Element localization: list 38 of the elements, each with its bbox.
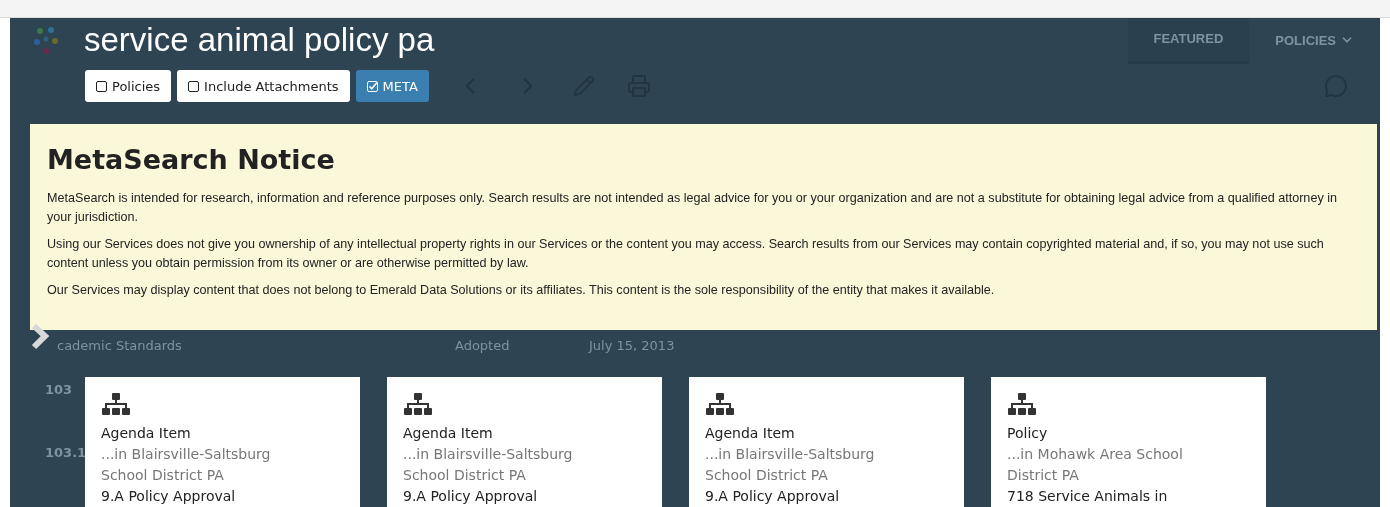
result-card[interactable]: Agenda Item ...in Blairsville-Saltsburg School District PA 9.A Policy Approval bbox=[387, 377, 662, 507]
checkbox-icon bbox=[96, 80, 107, 92]
policy-code: 103.1 bbox=[45, 445, 85, 460]
notice-paragraph: Using our Services does not give you ownership of any intellectual property rights in our Services or the content you may access. Search results from our Services may contain copyrighted material and, if so, you may not use such content unless you obtain permission from its owner or are otherwise permitted by law. bbox=[47, 236, 1325, 272]
checkbox-icon bbox=[188, 80, 200, 92]
result-source: ...in Blairsville-Saltsburg School District PA bbox=[403, 445, 574, 485]
table-cell-text: July 15, 2013 bbox=[589, 338, 676, 353]
result-card[interactable]: Policy ...in Mohawk Area School District PA 718 Service Animals in bbox=[991, 377, 1266, 507]
result-title: 9.A Policy Approval bbox=[403, 487, 539, 506]
sitemap-icon bbox=[101, 393, 131, 417]
table-cell-text: Adopted bbox=[455, 338, 511, 353]
notice-title: MetaSearch Notice bbox=[47, 144, 336, 175]
result-type: Agenda Item bbox=[403, 424, 494, 443]
table-cell-text: cademic Standards bbox=[57, 338, 183, 353]
result-type: Agenda Item bbox=[705, 424, 796, 443]
result-card[interactable]: Agenda Item ...in Blairsville-Saltsburg School District PA 9.A Policy Approval bbox=[689, 377, 964, 507]
checked-checkbox-icon bbox=[366, 80, 378, 92]
sitemap-icon bbox=[403, 393, 433, 417]
result-type: Policy bbox=[1007, 424, 1049, 443]
sitemap-icon bbox=[1007, 393, 1037, 417]
sitemap-icon bbox=[705, 393, 735, 417]
search-query-title: service animal policy pa bbox=[84, 21, 436, 59]
result-card[interactable]: Agenda Item ...in Blairsville-Saltsburg School District PA 9.A Policy Approval bbox=[85, 377, 360, 507]
policy-code: 103 bbox=[45, 382, 74, 397]
result-source: ...in Mohawk Area School District PA bbox=[1007, 445, 1184, 485]
filter-toggle[interactable]: Policies bbox=[85, 70, 172, 102]
filter-toggle[interactable]: Include Attachments bbox=[177, 70, 350, 102]
result-source: ...in Blairsville-Saltsburg School District PA bbox=[101, 445, 272, 485]
chevron-icon bbox=[30, 321, 52, 352]
logo-icon bbox=[32, 25, 60, 55]
filter-toggle[interactable]: META bbox=[355, 70, 429, 102]
result-title: 718 Service Animals in bbox=[1007, 487, 1169, 506]
result-title: 9.A Policy Approval bbox=[101, 487, 237, 506]
result-title: 9.A Policy Approval bbox=[705, 487, 841, 506]
result-type: Agenda Item bbox=[101, 424, 192, 443]
notice-paragraph: MetaSearch is intended for research, information and reference purposes only. Search results are not intended as legal advice for you or your organization and are not a substitute for obtaining legal advice from a qualified attorney in your jurisdiction. bbox=[47, 190, 1338, 226]
result-source: ...in Blairsville-Saltsburg School District PA bbox=[705, 445, 876, 485]
notice-paragraph: Our Services may display content that does not belong to Emerald Data Solutions or its affiliates. This content is the sole responsibility of the entity that makes it available. bbox=[47, 282, 996, 299]
